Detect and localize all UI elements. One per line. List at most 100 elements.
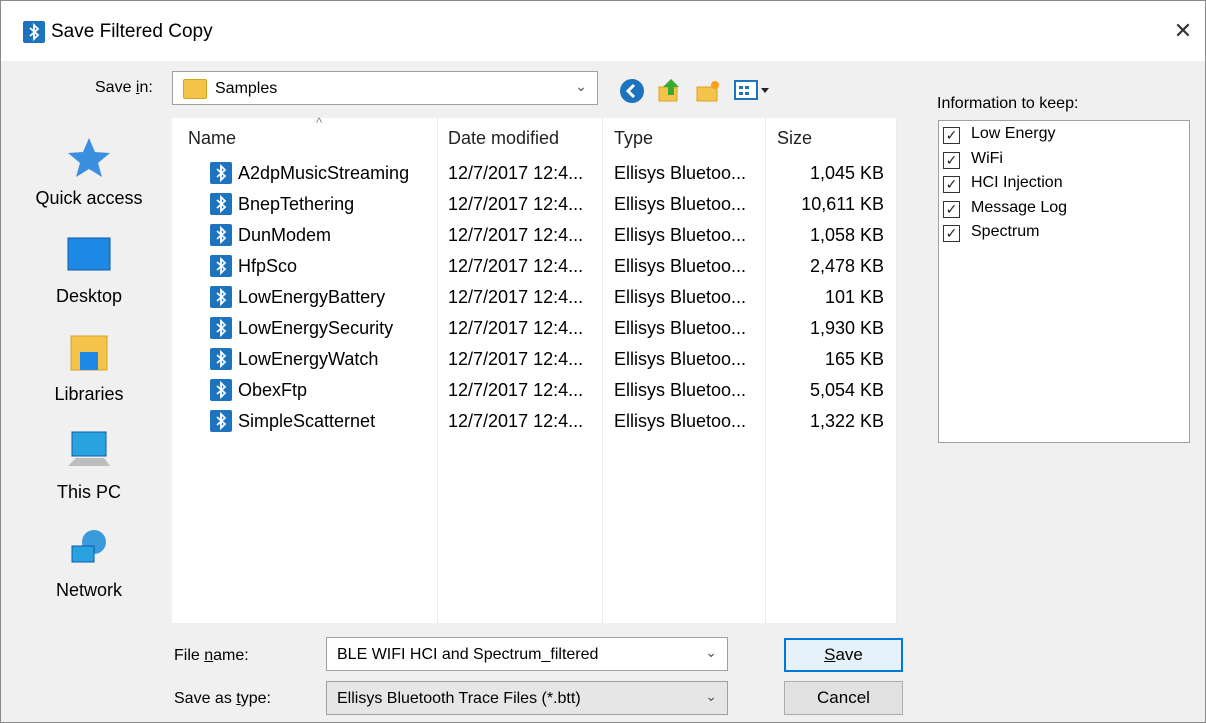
bluetooth-app-icon xyxy=(23,21,45,43)
keep-list: ✓ Low Energy ✓ WiFi ✓ HCI Injection ✓ Message L… xyxy=(938,120,1190,443)
file-date-cell: 12/7/2017 12:4... xyxy=(448,256,584,276)
file-name-cell: LowEnergyWatch xyxy=(238,349,379,369)
save-as-type-value: Ellisys Bluetooth Trace Files (*.btt) xyxy=(337,690,581,707)
file-name-cell: HfpSco xyxy=(238,256,298,276)
file-name-cell: DunModem xyxy=(238,225,332,245)
checkbox-icon: ✓ xyxy=(943,176,960,193)
file-type-cell: Ellisys Bluetoo... xyxy=(614,225,747,245)
save-in-value: Samples xyxy=(215,80,278,97)
save-in-dropdown[interactable]: Samples ⌄ xyxy=(172,71,598,105)
save-button[interactable]: Save xyxy=(784,638,903,672)
file-row[interactable]: LowEnergyWatch 12/7/2017 12:4... Ellisys B… xyxy=(172,344,892,375)
place-this-pc[interactable]: This PC xyxy=(13,430,165,503)
cancel-button[interactable]: Cancel xyxy=(784,681,903,715)
title-bar: Save Filtered Copy ✕ xyxy=(1,1,1205,61)
bluetooth-file-icon xyxy=(210,410,232,432)
save-in-label: Save in: xyxy=(95,79,153,96)
desktop-icon xyxy=(66,234,112,276)
save-dialog: Save Filtered Copy ✕ Save in: Samples ⌄ … xyxy=(0,0,1206,723)
column-header-size[interactable]: Size xyxy=(777,118,895,158)
place-libraries[interactable]: Libraries xyxy=(13,332,165,405)
file-type-cell: Ellisys Bluetoo... xyxy=(614,256,747,276)
file-date-cell: 12/7/2017 12:4... xyxy=(448,318,584,338)
keep-label: Information to keep: xyxy=(937,95,1079,112)
file-size-cell: 1,058 KB xyxy=(809,225,884,245)
file-name-cell: A2dpMusicStreaming xyxy=(238,163,410,183)
libraries-icon xyxy=(66,332,112,374)
file-name-cell: ObexFtp xyxy=(238,380,308,400)
bluetooth-file-icon xyxy=(210,348,232,370)
close-button[interactable]: ✕ xyxy=(1161,11,1205,51)
place-quick-access[interactable]: Quick access xyxy=(13,136,165,209)
file-name-label: File name: xyxy=(174,647,249,664)
keep-checkbox-label: HCI Injection xyxy=(971,174,1063,191)
window-title: Save Filtered Copy xyxy=(51,21,213,42)
sort-ascending-icon: ^ xyxy=(316,115,323,130)
file-date-cell: 12/7/2017 12:4... xyxy=(448,163,584,183)
file-name-cell: BnepTethering xyxy=(238,194,355,214)
file-row[interactable]: BnepTethering 12/7/2017 12:4... Ellisys Bl… xyxy=(172,189,892,220)
file-size-cell: 5,054 KB xyxy=(809,380,884,400)
close-icon: ✕ xyxy=(1173,18,1193,43)
chevron-down-icon: ⌄ xyxy=(705,644,717,660)
checkbox-icon: ✓ xyxy=(943,225,960,242)
file-type-cell: Ellisys Bluetoo... xyxy=(614,163,747,183)
file-type-cell: Ellisys Bluetoo... xyxy=(614,318,747,338)
file-type-cell: Ellisys Bluetoo... xyxy=(614,287,747,307)
bluetooth-file-icon xyxy=(210,255,232,277)
place-desktop[interactable]: Desktop xyxy=(13,234,165,307)
new-folder-icon[interactable] xyxy=(695,79,719,103)
file-size-cell: 165 KB xyxy=(824,349,884,369)
file-name-input[interactable]: BLE WIFI HCI and Spectrum_filtered ⌄ xyxy=(326,637,728,671)
save-as-type-dropdown[interactable]: Ellisys Bluetooth Trace Files (*.btt) ⌄ xyxy=(326,681,728,715)
column-header-name[interactable]: Name ^ xyxy=(188,115,436,158)
save-as-type-label: Save as type: xyxy=(174,690,271,707)
folder-icon xyxy=(183,79,207,99)
file-size-cell: 1,322 KB xyxy=(809,411,884,431)
file-size-cell: 10,611 KB xyxy=(801,194,884,214)
file-row[interactable]: ObexFtp 12/7/2017 12:4... Ellisys Bluetoo.… xyxy=(172,375,892,406)
bluetooth-file-icon xyxy=(210,193,232,215)
star-icon xyxy=(66,136,112,178)
scrollbar[interactable] xyxy=(897,118,904,623)
keep-checkbox-label: Low Energy xyxy=(971,125,1056,142)
file-date-cell: 12/7/2017 12:4... xyxy=(448,380,584,400)
computer-icon xyxy=(66,430,112,472)
file-size-cell: 1,930 KB xyxy=(809,318,884,338)
file-row[interactable]: DunModem 12/7/2017 12:4... Ellisys Bluetoo… xyxy=(172,220,892,251)
file-size-cell: 101 KB xyxy=(824,287,884,307)
column-header-type[interactable]: Type xyxy=(614,118,764,158)
file-type-cell: Ellisys Bluetoo... xyxy=(614,380,747,400)
file-row[interactable]: A2dpMusicStreaming 12/7/2017 12:4... Ellis… xyxy=(172,158,892,189)
checkbox-icon: ✓ xyxy=(943,151,960,169)
bluetooth-file-icon xyxy=(210,162,232,184)
file-date-cell: 12/7/2017 12:4... xyxy=(448,194,584,214)
view-menu-icon[interactable] xyxy=(734,78,770,102)
places-bar: Quick access Desktop Libraries This PC N… xyxy=(13,118,165,623)
file-row[interactable]: SimpleScatternet 12/7/2017 12:4... Ellisys… xyxy=(172,406,892,437)
up-folder-icon[interactable] xyxy=(657,77,681,102)
file-type-cell: Ellisys Bluetoo... xyxy=(614,194,747,214)
file-name-value: BLE WIFI HCI and Spectrum_filtered xyxy=(337,646,599,663)
back-icon[interactable] xyxy=(620,79,644,103)
file-type-cell: Ellisys Bluetoo... xyxy=(614,349,747,369)
column-header-date[interactable]: Date modified xyxy=(448,118,598,158)
keep-checkbox-label: Message Log xyxy=(971,198,1068,216)
file-row[interactable]: LowEnergySecurity 12/7/2017 12:4... Ellisy… xyxy=(172,313,892,344)
keep-checkbox-label: Spectrum xyxy=(971,223,1040,240)
file-date-cell: 12/7/2017 12:4... xyxy=(448,287,584,307)
file-date-cell: 12/7/2017 12:4... xyxy=(448,411,584,431)
file-row[interactable]: HfpSco 12/7/2017 12:4... Ellisys Bluetoo..… xyxy=(172,251,892,282)
file-type-cell: Ellisys Bluetoo... xyxy=(614,411,747,431)
checkbox-icon: ✓ xyxy=(943,127,960,144)
file-name-cell: LowEnergySecurity xyxy=(238,318,394,338)
file-size-cell: 1,045 KB xyxy=(809,163,884,183)
file-list[interactable]: Name ^ Date modified Type Size A2dpMusic… xyxy=(172,115,904,623)
file-row[interactable]: LowEnergyBattery 12/7/2017 12:4... Ellisys… xyxy=(172,282,892,313)
bluetooth-file-icon xyxy=(210,379,232,401)
place-network[interactable]: Network xyxy=(13,528,165,601)
checkbox-icon: ✓ xyxy=(943,200,960,218)
file-size-cell: 2,478 KB xyxy=(809,256,884,276)
chevron-down-icon: ⌄ xyxy=(705,688,717,704)
file-name-cell: SimpleScatternet xyxy=(238,411,376,431)
